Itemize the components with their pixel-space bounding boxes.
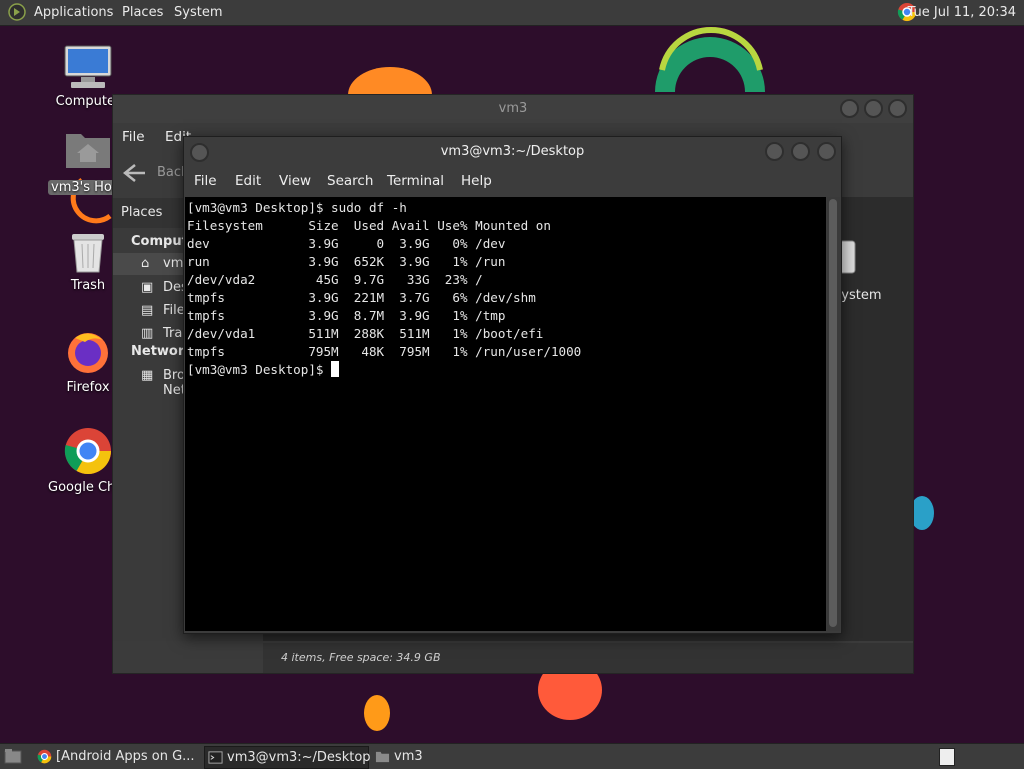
sidebar-home-icon: ⌂ (141, 256, 150, 271)
terminal-prompt: [vm3@vm3 Desktop]$ (187, 362, 332, 377)
maximize-button[interactable] (864, 99, 883, 118)
menu-search[interactable]: Search (327, 167, 373, 195)
terminal-menubar: File Edit View Search Terminal Help (184, 167, 841, 195)
minimize-button[interactable] (765, 142, 784, 161)
minimize-button[interactable] (840, 99, 859, 118)
places-menu[interactable]: Places (122, 0, 163, 25)
system-logo-icon[interactable] (8, 3, 26, 21)
places-label: Places (121, 205, 163, 220)
file-manager-titlebar[interactable]: vm3 (113, 95, 913, 123)
bottom-panel: [Android Apps on G... vm3@vm3:~/Desktop … (0, 743, 1024, 769)
terminal-text: [vm3@vm3 Desktop]$ sudo df -h Filesystem… (187, 199, 581, 379)
window-title: vm3@vm3:~/Desktop (440, 144, 585, 159)
chrome-icon (64, 428, 111, 474)
terminal-scrollbar[interactable] (827, 197, 840, 631)
top-panel: Applications Places System Tue Jul 11, 2… (0, 0, 1024, 26)
desktop-folder-icon: ▣ (141, 280, 154, 295)
menu-help[interactable]: Help (461, 167, 492, 195)
applications-menu[interactable]: Applications (34, 0, 113, 25)
workspace-switcher[interactable] (939, 748, 955, 766)
terminal-line: Filesystem Size Used Avail Use% Mounted … (187, 218, 551, 233)
computer-icon (64, 45, 112, 88)
window-title: vm3 (498, 101, 528, 116)
scrollbar-thumb[interactable] (829, 199, 837, 627)
file-manager-statusbar: 4 items, Free space: 34.9 GB (263, 643, 913, 673)
terminal-line: tmpfs 3.9G 221M 3.7G 6% /dev/shm (187, 290, 536, 305)
terminal-line: [vm3@vm3 Desktop]$ sudo df -h (187, 200, 407, 215)
back-arrow-icon[interactable] (123, 163, 147, 183)
firefox-icon (68, 333, 108, 373)
drive-icon: ▤ (141, 303, 154, 318)
task-label: vm3@vm3:~/Desktop (227, 750, 371, 765)
terminal-icon (208, 751, 223, 764)
menu-file[interactable]: File (194, 167, 217, 195)
status-text: 4 items, Free space: 34.9 GB (281, 651, 441, 664)
menu-view[interactable]: View (279, 167, 311, 195)
maximize-button[interactable] (791, 142, 810, 161)
show-desktop-icon[interactable] (4, 748, 22, 764)
terminal-line: /dev/vda1 511M 288K 511M 1% /boot/efi (187, 326, 544, 341)
terminal-line: tmpfs 3.9G 8.7M 3.9G 1% /tmp (187, 308, 506, 323)
task-label: vm3 (394, 749, 423, 764)
terminal-output[interactable]: [vm3@vm3 Desktop]$ sudo df -h Filesystem… (185, 197, 826, 631)
task-file-manager[interactable]: vm3 (372, 746, 474, 767)
terminal-line: tmpfs 795M 48K 795M 1% /run/user/1000 (187, 344, 582, 359)
menu-file[interactable]: File (122, 123, 145, 151)
task-terminal[interactable]: vm3@vm3:~/Desktop (204, 746, 371, 769)
folder-icon (375, 751, 390, 763)
clock[interactable]: Tue Jul 11, 20:34 (908, 0, 1016, 25)
trash-icon (72, 234, 104, 273)
terminal-window[interactable]: vm3@vm3:~/Desktop File Edit View Search … (183, 136, 842, 634)
close-button[interactable] (888, 99, 907, 118)
task-label: [Android Apps on G... (56, 749, 195, 764)
text-cursor (331, 361, 340, 377)
network-icon: ▦ (141, 368, 154, 383)
task-chrome[interactable]: [Android Apps on G... (34, 746, 220, 767)
trash-small-icon: ▥ (141, 326, 154, 341)
home-folder-icon (66, 134, 110, 168)
terminal-line: run 3.9G 652K 3.9G 1% /run (187, 254, 506, 269)
close-button[interactable] (817, 142, 836, 161)
menu-edit[interactable]: Edit (235, 167, 261, 195)
terminal-line: dev 3.9G 0 3.9G 0% /dev (187, 236, 506, 251)
terminal-line: /dev/vda2 45G 9.7G 33G 23% / (187, 272, 483, 287)
menu-terminal[interactable]: Terminal (387, 167, 444, 195)
terminal-titlebar[interactable]: vm3@vm3:~/Desktop (184, 137, 841, 167)
system-menu[interactable]: System (174, 0, 222, 25)
chrome-icon (37, 749, 52, 764)
